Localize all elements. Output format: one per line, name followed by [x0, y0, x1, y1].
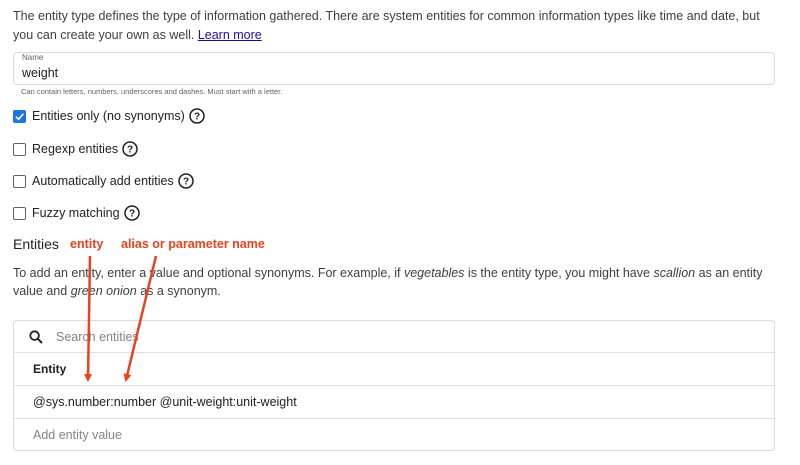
- name-field-label: Name: [22, 53, 44, 62]
- svg-text:?: ?: [194, 112, 200, 123]
- entity-column-header-label: Entity: [33, 362, 67, 376]
- name-field-value[interactable]: weight: [22, 66, 58, 80]
- option-fuzzy-matching[interactable]: Fuzzy matching ?: [13, 204, 140, 222]
- regexp-entities-label: Regexp entities: [32, 142, 119, 156]
- search-input[interactable]: [56, 329, 656, 344]
- help-icon[interactable]: ?: [178, 173, 194, 189]
- auto-add-entities-label: Automatically add entities: [32, 174, 174, 188]
- fuzzy-matching-checkbox[interactable]: [13, 206, 26, 220]
- search-icon: [29, 329, 43, 344]
- search-row: [14, 321, 774, 353]
- desc-emphasis: green onion: [70, 284, 137, 298]
- help-icon[interactable]: ?: [122, 141, 138, 157]
- auto-add-entities-checkbox[interactable]: [13, 174, 26, 188]
- entities-description: To add an entity, enter a value and opti…: [13, 264, 783, 300]
- annotation-alias: alias or parameter name: [121, 237, 265, 251]
- entities-only-checkbox[interactable]: [13, 109, 26, 123]
- annotation-entity: entity: [70, 237, 104, 251]
- add-entity-row[interactable]: Add entity value: [14, 419, 774, 450]
- option-auto-add-entities[interactable]: Automatically add entities ?: [13, 172, 194, 190]
- table-row[interactable]: @sys.number:number @unit-weight:unit-wei…: [14, 386, 774, 419]
- option-regexp-entities[interactable]: Regexp entities ?: [13, 140, 138, 158]
- svg-text:?: ?: [128, 209, 134, 220]
- help-icon[interactable]: ?: [123, 205, 140, 221]
- fuzzy-matching-label: Fuzzy matching: [32, 206, 120, 220]
- svg-text:?: ?: [127, 145, 133, 156]
- desc-text: as a synonym.: [136, 284, 221, 298]
- intro-description: The entity type defines the type of info…: [13, 9, 760, 42]
- entity-value[interactable]: @sys.number:number @unit-weight:unit-wei…: [33, 395, 297, 409]
- entities-heading: Entities: [13, 236, 59, 252]
- entities-table: Entity @sys.number:number @unit-weight:u…: [13, 320, 775, 451]
- name-field-hint: Can contain letters, numbers, underscore…: [21, 87, 283, 96]
- learn-more-link[interactable]: Learn more: [198, 28, 262, 42]
- desc-emphasis: scallion: [653, 266, 696, 280]
- desc-text: To add an entity, enter a value and opti…: [13, 266, 404, 280]
- entities-only-label: Entities only (no synonyms): [32, 109, 185, 123]
- option-entities-only[interactable]: Entities only (no synonyms) ?: [13, 107, 205, 125]
- regexp-entities-checkbox[interactable]: [13, 142, 26, 156]
- help-icon[interactable]: ?: [189, 108, 205, 124]
- desc-emphasis: vegetables: [403, 266, 465, 280]
- entity-column-header: Entity: [14, 353, 774, 386]
- svg-text:?: ?: [183, 177, 189, 188]
- add-entity-input[interactable]: Add entity value: [33, 428, 122, 442]
- name-field[interactable]: Name weight: [13, 52, 775, 85]
- intro-text: The entity type defines the type of info…: [13, 7, 783, 45]
- desc-text: is the entity type, you might have: [464, 266, 654, 280]
